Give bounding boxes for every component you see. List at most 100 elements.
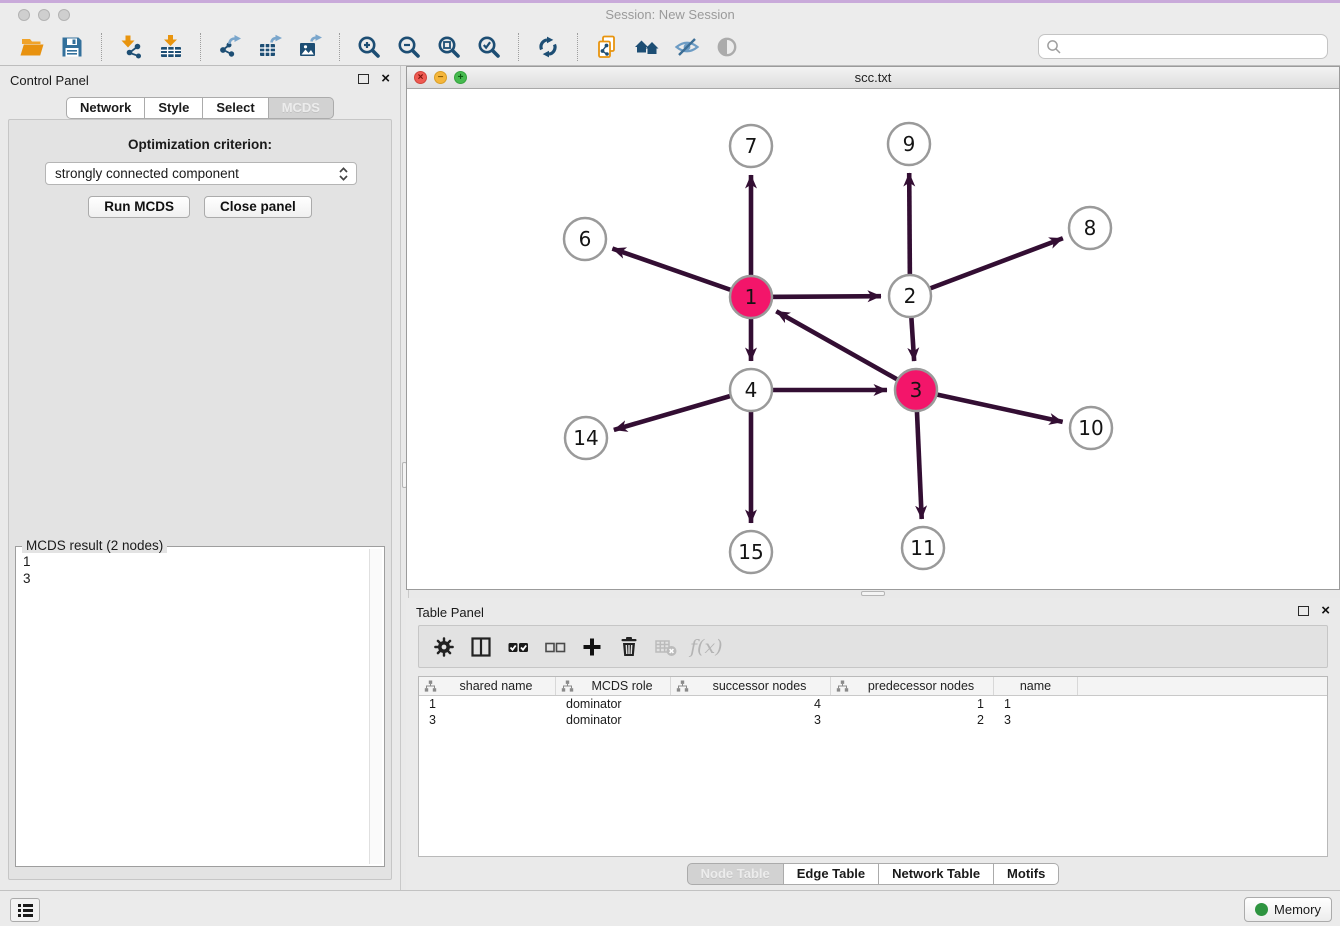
close-panel-button[interactable]: Close panel	[204, 196, 312, 218]
task-history-button[interactable]	[10, 898, 40, 922]
tab-mcds[interactable]: MCDS	[269, 97, 334, 119]
import-table-icon[interactable]	[156, 32, 186, 62]
tab-network[interactable]: Network	[66, 97, 145, 119]
tab-edge-table[interactable]: Edge Table	[784, 863, 879, 885]
run-mcds-button[interactable]: Run MCDS	[88, 196, 190, 218]
column-header-predecessor-nodes[interactable]: predecessor nodes	[831, 677, 994, 695]
zoom-out-icon[interactable]	[394, 32, 424, 62]
table-cell[interactable]: dominator	[556, 697, 671, 711]
open-session-icon[interactable]	[17, 32, 47, 62]
column-header-successor-nodes[interactable]: successor nodes	[671, 677, 831, 695]
clone-network-icon[interactable]	[592, 32, 622, 62]
table-cell[interactable]: 3	[671, 713, 831, 727]
tab-motifs[interactable]: Motifs	[994, 863, 1059, 885]
graph-node-8[interactable]: 8	[1069, 207, 1111, 249]
tab-style[interactable]: Style	[145, 97, 203, 119]
graph-node-2[interactable]: 2	[889, 275, 931, 317]
zoom-window-button[interactable]	[58, 9, 70, 21]
network-close-button[interactable]: ×	[414, 71, 427, 84]
horizontal-splitter-handle[interactable]	[861, 591, 885, 596]
graph-node-4[interactable]: 4	[730, 369, 772, 411]
optimization-criterion-label: Optimization criterion:	[9, 137, 391, 152]
memory-button[interactable]: Memory	[1244, 897, 1332, 922]
criterion-select-value: strongly connected component	[55, 166, 338, 181]
network-window-title: scc.txt	[407, 67, 1339, 88]
export-network-icon[interactable]	[215, 32, 245, 62]
zoom-in-icon[interactable]	[354, 32, 384, 62]
graph-node-3[interactable]: 3	[895, 369, 937, 411]
control-panel-title: Control Panel	[10, 71, 358, 88]
export-image-icon[interactable]	[295, 32, 325, 62]
table-cell[interactable]: 1	[831, 697, 994, 711]
export-table-icon[interactable]	[255, 32, 285, 62]
table-cell[interactable]: 1	[419, 697, 556, 711]
node-table-body: 1dominator4113dominator323	[419, 696, 1327, 728]
network-canvas[interactable]: 7 9 6 8 1 2 4 3 14 10 15 11	[407, 89, 1339, 589]
svg-text:9: 9	[903, 132, 916, 156]
float-table-panel-icon[interactable]	[1298, 606, 1309, 616]
criterion-select[interactable]: strongly connected component	[45, 162, 357, 185]
graph-node-1[interactable]: 1	[730, 276, 772, 318]
mcds-result-text[interactable]: 1 3	[18, 550, 368, 864]
graph-svg[interactable]: 7 9 6 8 1 2 4 3 14 10 15 11	[407, 89, 1339, 589]
hide-selected-eye-slash-icon[interactable]	[672, 32, 702, 62]
network-minimize-button[interactable]: −	[434, 71, 447, 84]
table-cell[interactable]: 4	[671, 697, 831, 711]
import-network-icon[interactable]	[116, 32, 146, 62]
graph-node-10[interactable]: 10	[1070, 407, 1112, 449]
network-browser-home-icon[interactable]	[632, 32, 662, 62]
table-cell[interactable]: 3	[994, 713, 1078, 727]
close-table-panel-icon[interactable]: ×	[1321, 606, 1330, 616]
table-row[interactable]: 3dominator323	[419, 712, 1327, 728]
table-row[interactable]: 1dominator411	[419, 696, 1327, 712]
network-view-window: × − + scc.txt 7 9 6 8 1 2 4 3 14 10 15 11	[406, 66, 1340, 590]
minimize-window-button[interactable]	[38, 9, 50, 21]
toolbar-separator	[200, 33, 201, 61]
close-panel-icon[interactable]: ×	[381, 74, 390, 84]
column-header-MCDS-role[interactable]: MCDS role	[556, 677, 671, 695]
table-cell[interactable]: 2	[831, 713, 994, 727]
svg-text:6: 6	[579, 227, 592, 251]
svg-text:2: 2	[904, 284, 917, 308]
graph-node-15[interactable]: 15	[730, 531, 772, 573]
graph-edge-3-10[interactable]	[916, 390, 1063, 422]
horizontal-splitter[interactable]	[409, 590, 1340, 598]
save-session-icon[interactable]	[57, 32, 87, 62]
result-scrollbar[interactable]	[369, 549, 382, 864]
zoom-fit-icon[interactable]	[434, 32, 464, 62]
close-window-button[interactable]	[18, 9, 30, 21]
memory-status-dot	[1255, 903, 1268, 916]
graph-node-6[interactable]: 6	[564, 218, 606, 260]
column-header-name[interactable]: name	[994, 677, 1078, 695]
graph-node-7[interactable]: 7	[730, 125, 772, 167]
network-maximize-button[interactable]: +	[454, 71, 467, 84]
graph-edge-3-1[interactable]	[776, 311, 916, 390]
float-panel-icon[interactable]	[358, 74, 369, 84]
graph-node-9[interactable]: 9	[888, 123, 930, 165]
add-column-icon[interactable]	[577, 633, 607, 661]
main-toolbar	[0, 28, 1340, 66]
tab-select[interactable]: Select	[203, 97, 268, 119]
column-header-shared-name[interactable]: shared name	[419, 677, 556, 695]
tab-network-table[interactable]: Network Table	[879, 863, 994, 885]
refresh-view-icon[interactable]	[533, 32, 563, 62]
graph-node-14[interactable]: 14	[565, 417, 607, 459]
table-cell[interactable]: 1	[994, 697, 1078, 711]
delete-table-icon-disabled	[651, 633, 681, 661]
table-cell[interactable]: 3	[419, 713, 556, 727]
expand-columns-icon[interactable]	[466, 633, 496, 661]
table-settings-gear-icon[interactable]	[429, 633, 459, 661]
svg-text:4: 4	[745, 378, 758, 402]
table-cell[interactable]: dominator	[556, 713, 671, 727]
select-all-columns-icon[interactable]	[503, 633, 533, 661]
tab-node-table[interactable]: Node Table	[687, 863, 784, 885]
unselect-all-columns-icon[interactable]	[540, 633, 570, 661]
network-window-titlebar[interactable]: × − + scc.txt	[407, 67, 1339, 89]
delete-columns-trash-icon[interactable]	[614, 633, 644, 661]
search-input[interactable]	[1063, 37, 1327, 57]
search-box[interactable]	[1038, 34, 1328, 59]
graph-node-11[interactable]: 11	[902, 527, 944, 569]
memory-label: Memory	[1274, 902, 1321, 917]
graph-edge-2-8[interactable]	[910, 238, 1063, 296]
zoom-selected-icon[interactable]	[474, 32, 504, 62]
